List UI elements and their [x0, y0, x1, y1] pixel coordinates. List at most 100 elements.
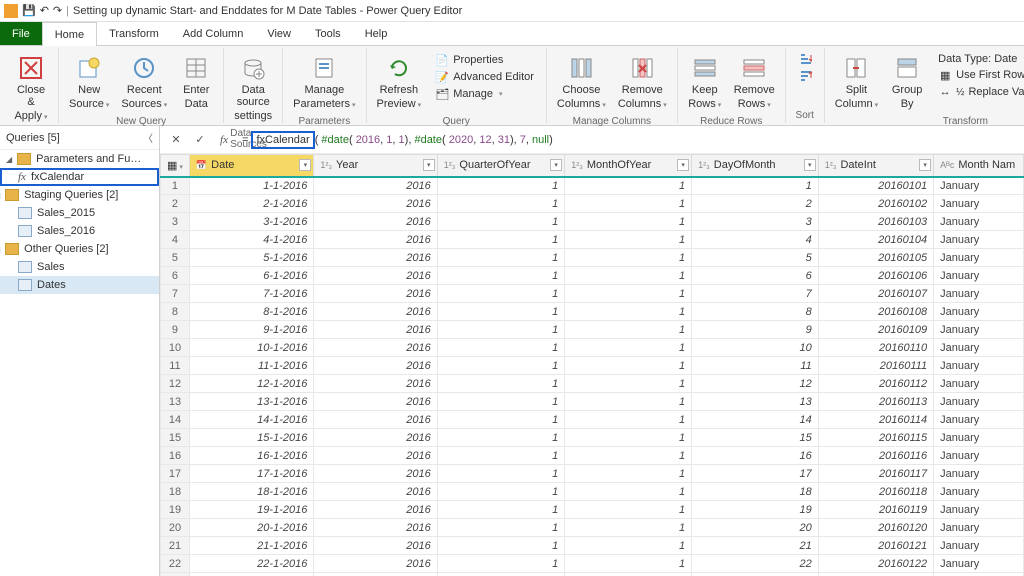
- cell-day[interactable]: 12: [692, 375, 819, 393]
- cell-monthname[interactable]: January: [934, 375, 1024, 393]
- cell-monthname[interactable]: January: [934, 177, 1024, 195]
- recent-sources-button[interactable]: RecentSources▾: [117, 50, 171, 114]
- cell-date[interactable]: 5-1-2016: [189, 249, 313, 267]
- col-year[interactable]: 1²₃Year▾: [314, 155, 437, 177]
- filter-icon[interactable]: ▾: [919, 159, 931, 171]
- remove-columns-button[interactable]: RemoveColumns▾: [614, 50, 671, 114]
- cell-dateint[interactable]: 20160112: [818, 375, 933, 393]
- cell-month[interactable]: 1: [565, 465, 692, 483]
- cell-dateint[interactable]: 20160121: [818, 537, 933, 555]
- cell-dateint[interactable]: 20160122: [818, 555, 933, 573]
- cell-day[interactable]: 17: [692, 465, 819, 483]
- cell-quarter[interactable]: 1: [437, 555, 564, 573]
- cell-year[interactable]: 2016: [314, 501, 437, 519]
- data-type-button[interactable]: Data Type: Date▾: [934, 52, 1024, 66]
- cell-month[interactable]: 1: [565, 249, 692, 267]
- cell-date[interactable]: 3-1-2016: [189, 213, 313, 231]
- refresh-preview-button[interactable]: RefreshPreview▾: [373, 50, 426, 114]
- cell-day[interactable]: 15: [692, 429, 819, 447]
- table-row[interactable]: 1010-1-20162016111020160110January: [161, 339, 1024, 357]
- cell-quarter[interactable]: 1: [437, 357, 564, 375]
- use-first-row-button[interactable]: ▦Use First Row as Headers▾: [934, 67, 1024, 83]
- cell-monthname[interactable]: January: [934, 429, 1024, 447]
- row-number[interactable]: 23: [161, 573, 190, 576]
- manage-button[interactable]: 🗂Manage▾: [431, 86, 538, 102]
- tab-view[interactable]: View: [255, 22, 303, 45]
- cell-day[interactable]: 14: [692, 411, 819, 429]
- cell-date[interactable]: 19-1-2016: [189, 501, 313, 519]
- cell-monthname[interactable]: January: [934, 249, 1024, 267]
- cell-month[interactable]: 1: [565, 267, 692, 285]
- cell-year[interactable]: 2016: [314, 555, 437, 573]
- cell-day[interactable]: 8: [692, 303, 819, 321]
- filter-icon[interactable]: ▾: [299, 159, 311, 171]
- cell-monthname[interactable]: January: [934, 501, 1024, 519]
- cell-month[interactable]: 1: [565, 195, 692, 213]
- qat-save-icon[interactable]: 💾: [22, 4, 36, 17]
- cell-year[interactable]: 2016: [314, 519, 437, 537]
- table-row[interactable]: 2323-1-20162016112320160123January: [161, 573, 1024, 576]
- cell-dateint[interactable]: 20160108: [818, 303, 933, 321]
- cell-month[interactable]: 1: [565, 537, 692, 555]
- row-number[interactable]: 21: [161, 537, 190, 555]
- table-row[interactable]: 1111-1-20162016111120160111January: [161, 357, 1024, 375]
- cell-dateint[interactable]: 20160102: [818, 195, 933, 213]
- close-apply-button[interactable]: Close &Apply▾: [10, 50, 52, 126]
- cell-dateint[interactable]: 20160106: [818, 267, 933, 285]
- cell-day[interactable]: 6: [692, 267, 819, 285]
- new-source-button[interactable]: NewSource▾: [65, 50, 113, 114]
- row-number[interactable]: 9: [161, 321, 190, 339]
- row-number[interactable]: 22: [161, 555, 190, 573]
- cell-quarter[interactable]: 1: [437, 375, 564, 393]
- cell-monthname[interactable]: January: [934, 411, 1024, 429]
- cell-year[interactable]: 2016: [314, 429, 437, 447]
- table-row[interactable]: 11-1-2016201611120160101January: [161, 177, 1024, 195]
- cell-month[interactable]: 1: [565, 303, 692, 321]
- cell-monthname[interactable]: January: [934, 465, 1024, 483]
- table-row[interactable]: 2222-1-20162016112220160122January: [161, 555, 1024, 573]
- query-group-parameters[interactable]: ◢Parameters and Fu…: [0, 150, 159, 168]
- tab-tools[interactable]: Tools: [303, 22, 353, 45]
- cell-day[interactable]: 2: [692, 195, 819, 213]
- cell-day[interactable]: 23: [692, 573, 819, 576]
- cell-day[interactable]: 13: [692, 393, 819, 411]
- sort-desc-button[interactable]: [794, 69, 816, 85]
- table-row[interactable]: 55-1-2016201611520160105January: [161, 249, 1024, 267]
- cell-date[interactable]: 10-1-2016: [189, 339, 313, 357]
- formula-accept-button[interactable]: ✓: [190, 130, 210, 150]
- row-number[interactable]: 20: [161, 519, 190, 537]
- cell-month[interactable]: 1: [565, 393, 692, 411]
- row-number[interactable]: 6: [161, 267, 190, 285]
- cell-day[interactable]: 18: [692, 483, 819, 501]
- cell-year[interactable]: 2016: [314, 339, 437, 357]
- cell-dateint[interactable]: 20160110: [818, 339, 933, 357]
- cell-dateint[interactable]: 20160114: [818, 411, 933, 429]
- row-number[interactable]: 14: [161, 411, 190, 429]
- cell-monthname[interactable]: January: [934, 195, 1024, 213]
- query-sales-2016[interactable]: Sales_2016: [0, 222, 159, 240]
- row-number[interactable]: 19: [161, 501, 190, 519]
- cell-day[interactable]: 3: [692, 213, 819, 231]
- col-day[interactable]: 1²₃DayOfMonth▾: [692, 155, 819, 177]
- cell-quarter[interactable]: 1: [437, 213, 564, 231]
- table-row[interactable]: 1414-1-20162016111420160114January: [161, 411, 1024, 429]
- cell-day[interactable]: 7: [692, 285, 819, 303]
- cell-monthname[interactable]: January: [934, 285, 1024, 303]
- sort-asc-button[interactable]: [794, 52, 816, 68]
- row-number[interactable]: 10: [161, 339, 190, 357]
- cell-dateint[interactable]: 20160111: [818, 357, 933, 375]
- cell-quarter[interactable]: 1: [437, 519, 564, 537]
- cell-dateint[interactable]: 20160107: [818, 285, 933, 303]
- cell-date[interactable]: 22-1-2016: [189, 555, 313, 573]
- table-row[interactable]: 1616-1-20162016111620160116January: [161, 447, 1024, 465]
- cell-dateint[interactable]: 20160105: [818, 249, 933, 267]
- filter-icon[interactable]: ▾: [804, 159, 816, 171]
- cell-month[interactable]: 1: [565, 285, 692, 303]
- table-row[interactable]: 1313-1-20162016111320160113January: [161, 393, 1024, 411]
- cell-date[interactable]: 7-1-2016: [189, 285, 313, 303]
- row-number[interactable]: 18: [161, 483, 190, 501]
- cell-date[interactable]: 13-1-2016: [189, 393, 313, 411]
- cell-quarter[interactable]: 1: [437, 537, 564, 555]
- table-row[interactable]: 1515-1-20162016111520160115January: [161, 429, 1024, 447]
- cell-day[interactable]: 9: [692, 321, 819, 339]
